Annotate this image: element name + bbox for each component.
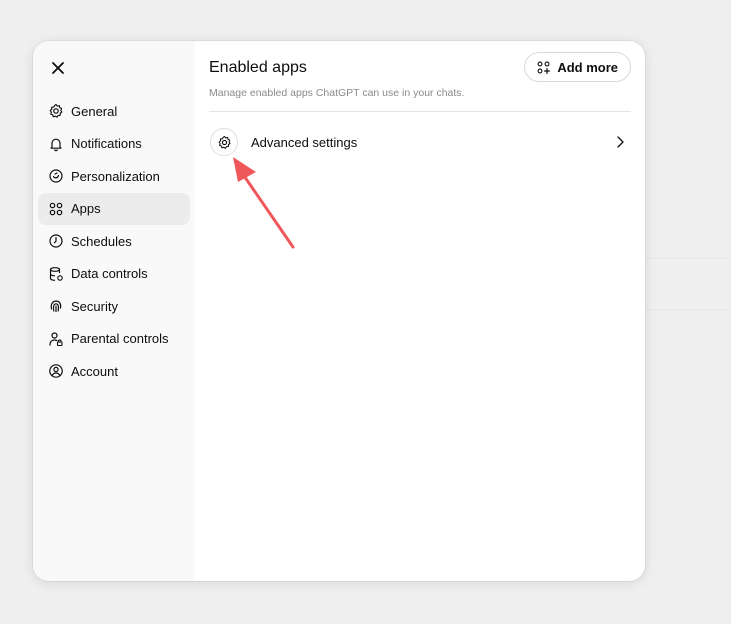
- close-button[interactable]: [47, 57, 69, 79]
- background-panel-edge: [645, 258, 731, 310]
- close-icon: [52, 62, 64, 74]
- divider: [209, 111, 631, 112]
- gear-icon: [48, 103, 64, 119]
- sidebar-item-label: Account: [71, 363, 118, 379]
- sidebar-item-schedules[interactable]: Schedules: [38, 225, 190, 257]
- person-lock-icon: [48, 331, 64, 347]
- advanced-settings-row[interactable]: Advanced settings: [209, 127, 631, 157]
- gear-icon: [218, 135, 231, 149]
- advanced-settings-label: Advanced settings: [251, 134, 358, 150]
- apps-plus-icon: [537, 61, 551, 74]
- sidebar-item-label: Schedules: [71, 233, 132, 249]
- advanced-settings-gear[interactable]: [210, 128, 238, 156]
- database-icon: [48, 266, 64, 282]
- add-more-button[interactable]: Add more: [524, 52, 631, 82]
- sidebar-item-general[interactable]: General: [38, 95, 190, 127]
- sidebar-item-data-controls[interactable]: Data controls: [38, 258, 190, 290]
- settings-modal: General Notifications Personalization Ap…: [33, 41, 645, 581]
- sidebar-item-label: Parental controls: [71, 331, 169, 346]
- sidebar-item-apps[interactable]: Apps: [38, 192, 190, 225]
- sidebar-item-notifications[interactable]: Notifications: [38, 128, 190, 160]
- fingerprint-icon: [48, 298, 64, 314]
- page-subtitle: Manage enabled apps ChatGPT can use in y…: [209, 87, 465, 99]
- apps-panel: Enabled apps Manage enabled apps ChatGPT…: [209, 41, 631, 581]
- page-title: Enabled apps: [209, 59, 307, 76]
- user-circle-icon: [48, 363, 64, 379]
- personalization-icon: [48, 168, 64, 184]
- sidebar-item-account[interactable]: Account: [38, 355, 190, 387]
- bell-icon: [48, 136, 64, 152]
- clock-icon: [48, 233, 64, 249]
- sidebar-item-label: Data controls: [71, 266, 148, 281]
- apps-icon: [48, 201, 64, 217]
- add-more-label: Add more: [557, 59, 618, 75]
- sidebar-item-label: Notifications: [71, 136, 142, 151]
- settings-sidebar: General Notifications Personalization Ap…: [33, 41, 195, 581]
- sidebar-item-label: Apps: [71, 201, 101, 216]
- sidebar-item-personalization[interactable]: Personalization: [38, 160, 190, 192]
- sidebar-item-label: Personalization: [71, 168, 160, 184]
- sidebar-item-security[interactable]: Security: [38, 290, 190, 322]
- chevron-right-icon: [617, 136, 624, 148]
- sidebar-item-label: Security: [71, 298, 118, 314]
- sidebar-item-label: General: [71, 103, 118, 119]
- settings-nav: General Notifications Personalization Ap…: [38, 95, 190, 388]
- sidebar-item-parental-controls[interactable]: Parental controls: [38, 323, 190, 355]
